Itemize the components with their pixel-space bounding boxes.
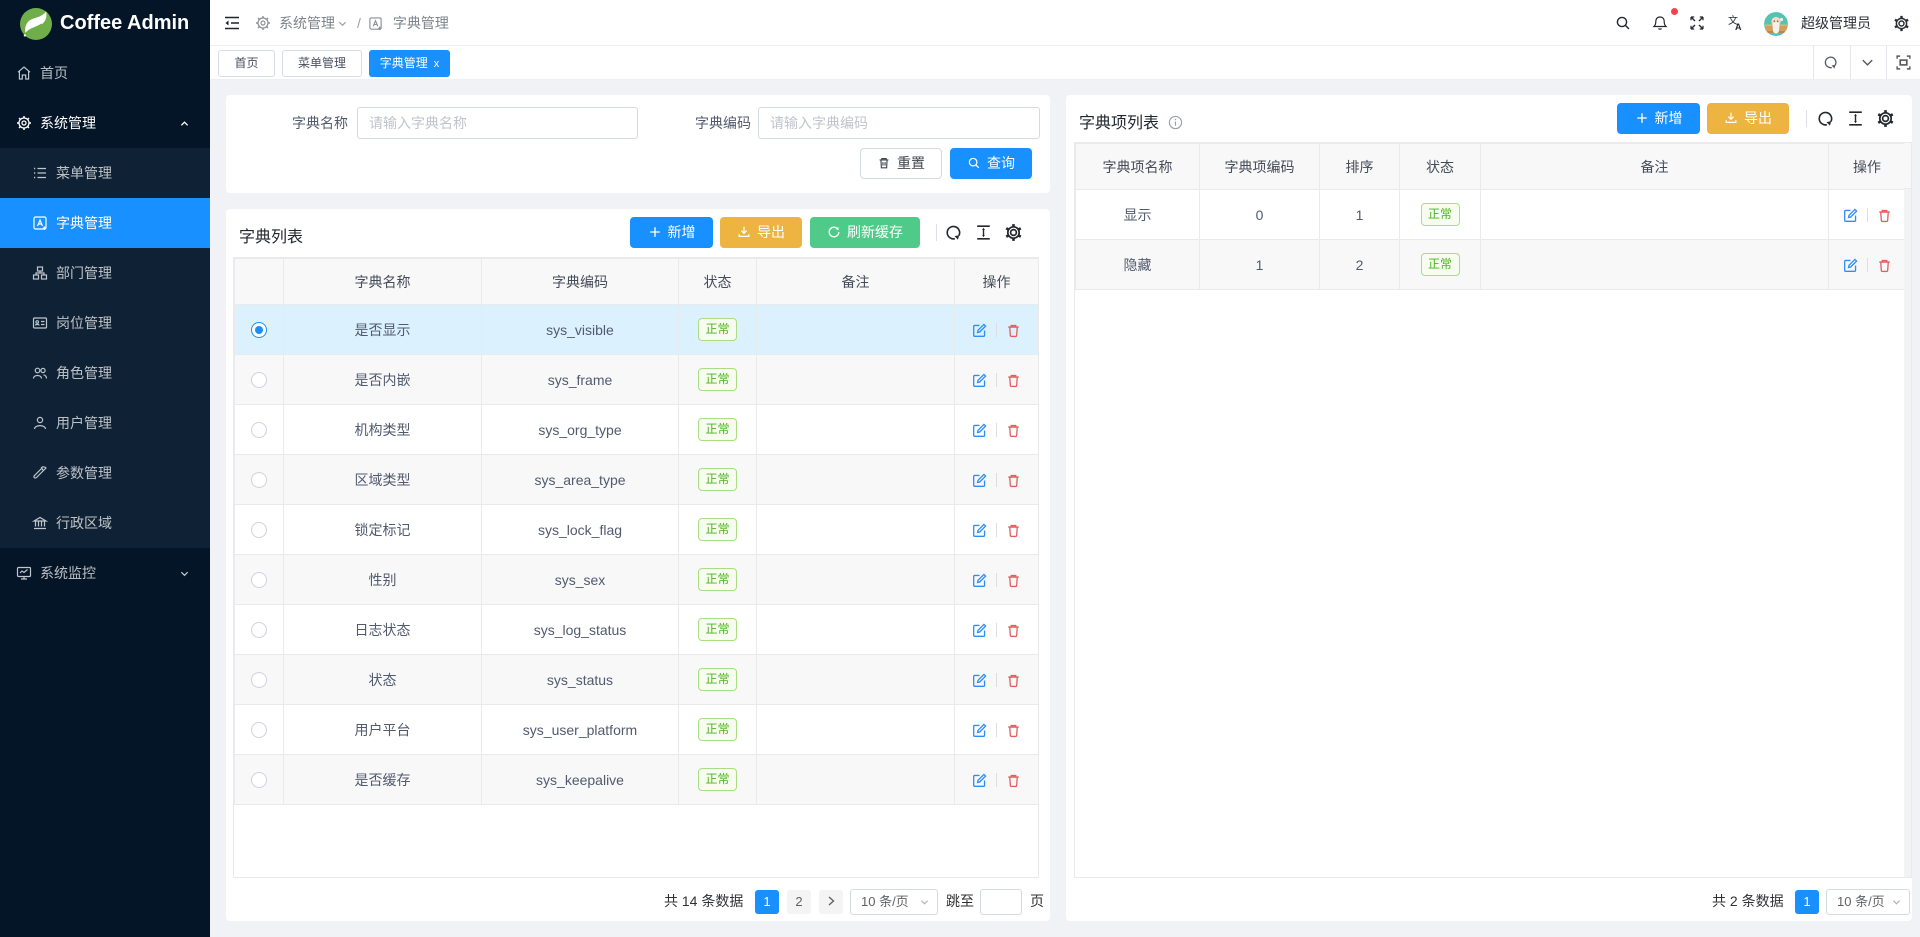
svg-text:A: A xyxy=(1735,22,1742,31)
